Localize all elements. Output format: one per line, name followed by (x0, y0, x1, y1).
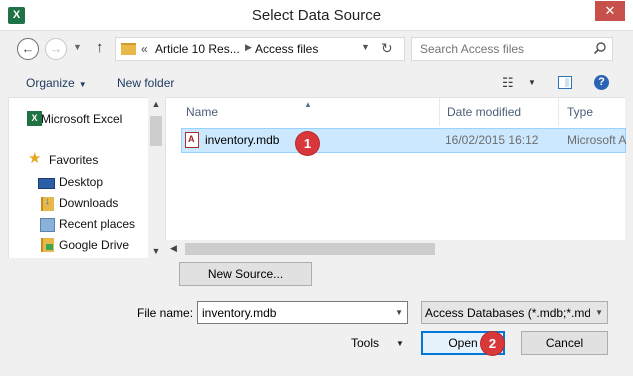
file-name-value: inventory.mdb (202, 306, 277, 320)
organize-label: Organize (26, 76, 75, 90)
command-bar: Organize ▼ New folder ☷ ▼ ? (0, 68, 633, 98)
nav-item-label: Favorites (49, 153, 99, 167)
address-overflow-chevron[interactable]: « (141, 42, 148, 56)
nav-item-favorites[interactable]: Favorites (9, 151, 149, 169)
file-name-field[interactable]: inventory.mdb ▼ (197, 301, 408, 324)
title-bar: X Select Data Source ✕ (0, 0, 633, 31)
scroll-up-icon[interactable]: ▲ (148, 99, 164, 109)
file-name-label: File name: (137, 306, 194, 320)
window-title: Select Data Source (251, 7, 382, 24)
navigation-bar: ← → ▼ ↑ « Article 10 Res... ▶ Access fil… (0, 32, 633, 66)
up-arrow-button[interactable]: ↑ (96, 39, 104, 56)
column-divider[interactable] (558, 98, 559, 126)
file-list-horizontal-scrollbar[interactable]: ◀ (165, 240, 625, 258)
view-options-icon[interactable]: ☷ (502, 75, 514, 91)
file-type-selected-value: Access Databases (*.mdb;*.mdc (425, 306, 590, 320)
navigation-pane: X Microsoft Excel ★ Favorites Desktop Do… (8, 97, 164, 258)
column-header-name[interactable]: Name (186, 98, 218, 126)
navigation-pane-scrollbar[interactable]: ▲ ▼ (148, 97, 164, 258)
nav-item-label: Recent places (59, 217, 136, 231)
file-row-inventory[interactable]: inventory.mdb 16/02/2015 16:12 Microsoft… (181, 128, 626, 153)
search-icon[interactable] (593, 41, 607, 55)
view-dropdown-icon[interactable]: ▼ (528, 78, 536, 87)
breadcrumb-access-files[interactable]: Access files (255, 42, 318, 56)
scroll-left-icon[interactable]: ◀ (170, 243, 177, 254)
nav-item-label: Desktop (59, 175, 104, 189)
file-date-modified: 16/02/2015 16:12 (445, 133, 539, 147)
back-button[interactable]: ← (17, 38, 39, 60)
nav-item-microsoft-excel[interactable]: Microsoft Excel (9, 110, 149, 128)
address-bar[interactable]: « Article 10 Res... ▶ Access files ▼ ↻ (115, 37, 405, 61)
nav-item-desktop[interactable]: Desktop (9, 173, 149, 191)
step-badge-2: 2 (481, 332, 504, 355)
search-input[interactable] (412, 38, 587, 60)
nav-item-recent-places[interactable]: Recent places (9, 215, 149, 233)
column-header-type[interactable]: Type (567, 98, 593, 126)
refresh-icon[interactable]: ↻ (381, 40, 393, 57)
nav-item-label: Google Drive (59, 238, 130, 252)
tools-dropdown-icon[interactable]: ▼ (396, 339, 404, 348)
chevron-down-icon[interactable]: ▼ (595, 308, 603, 317)
file-list: Name ▲ Date modified Type inventory.mdb … (165, 97, 626, 258)
breadcrumb-article-10[interactable]: Article 10 Res... (155, 42, 240, 56)
close-button[interactable]: ✕ (595, 1, 625, 21)
column-header-date-modified[interactable]: Date modified (447, 98, 521, 126)
preview-pane-icon[interactable] (558, 76, 572, 89)
file-type-select[interactable]: Access Databases (*.mdb;*.mdc ▼ (421, 301, 608, 324)
organize-menu[interactable]: Organize ▼ (26, 76, 87, 90)
tools-menu[interactable]: Tools (351, 336, 379, 350)
address-dropdown-icon[interactable]: ▼ (361, 42, 370, 52)
new-folder-button[interactable]: New folder (117, 76, 174, 90)
column-divider[interactable] (439, 98, 440, 126)
chevron-down-icon[interactable]: ▼ (395, 308, 403, 317)
nav-item-label: Downloads (59, 196, 119, 210)
cancel-button[interactable]: Cancel (521, 331, 608, 355)
nav-item-downloads[interactable]: Downloads (9, 194, 149, 212)
search-box (411, 37, 613, 61)
access-database-icon (185, 132, 199, 148)
sort-ascending-icon: ▲ (304, 100, 312, 109)
scrollbar-thumb[interactable] (185, 243, 435, 255)
nav-item-google-drive[interactable]: Google Drive (9, 236, 149, 254)
forward-button[interactable]: → (45, 38, 67, 60)
folder-icon (121, 43, 136, 55)
help-icon[interactable]: ? (594, 75, 609, 90)
recent-locations-dropdown-icon[interactable]: ▼ (73, 42, 82, 52)
nav-item-label: Microsoft Excel (41, 112, 123, 126)
file-type: Microsoft A (567, 133, 627, 147)
scroll-down-icon[interactable]: ▼ (148, 246, 164, 256)
file-name: inventory.mdb (205, 133, 280, 147)
step-badge-1: 1 (296, 132, 319, 155)
chevron-down-icon: ▼ (78, 80, 87, 89)
scrollbar-thumb[interactable] (150, 116, 162, 146)
new-source-button[interactable]: New Source... (179, 262, 312, 286)
breadcrumb-separator-icon[interactable]: ▶ (245, 42, 252, 53)
